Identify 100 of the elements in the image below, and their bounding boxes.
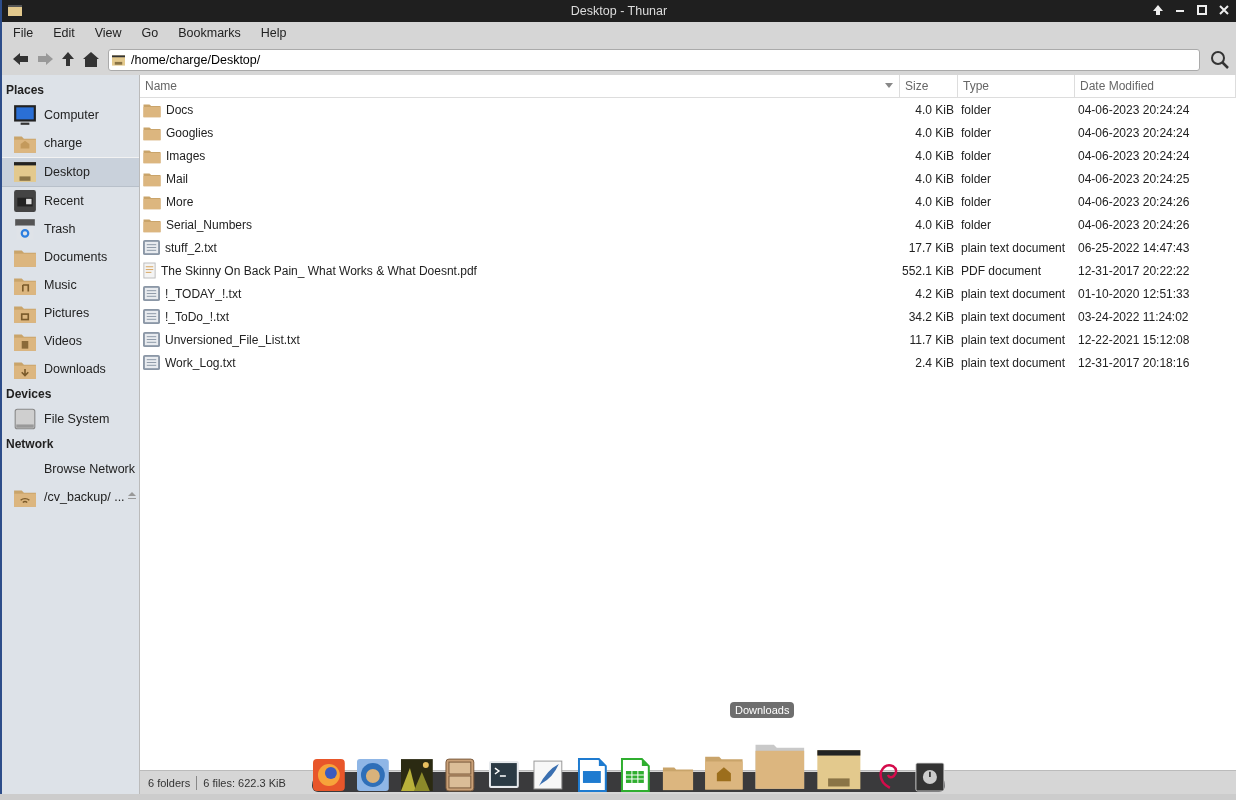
image-viewer-icon[interactable] — [399, 758, 434, 792]
maximize-icon[interactable] — [1196, 3, 1208, 17]
browser-icon[interactable] — [312, 758, 346, 792]
folder-icon — [142, 193, 162, 210]
menu-item[interactable]: Bookmarks — [177, 26, 242, 40]
quill-document-icon[interactable] — [530, 758, 565, 792]
document-icon — [142, 308, 161, 325]
sidebar-item[interactable]: /cv_backup/ ... — [2, 483, 139, 511]
date-cell-text: 04-06-2023 20:24:26 — [1077, 217, 1191, 232]
column-header[interactable]: Name — [140, 75, 900, 97]
file-name: More — [166, 194, 194, 209]
location-field[interactable]: /home/charge/Desktop/ — [108, 48, 1200, 71]
document-icon — [142, 354, 161, 371]
sidebar-item[interactable]: Recent — [2, 187, 139, 215]
size-cell-text: 552.1 KiB — [900, 263, 955, 278]
sidebar-item[interactable]: Videos — [2, 327, 139, 355]
date-cell-text: 04-06-2023 20:24:24 — [1077, 125, 1191, 140]
file-row[interactable]: Googlies 4.0 KiB folder 04-06-2023 20:24:24 — [140, 121, 1236, 144]
size-cell-text: 34.2 KiB — [907, 309, 955, 324]
sidebar-item[interactable]: Trash — [2, 215, 139, 243]
size-cell-text: 4.0 KiB — [914, 171, 955, 186]
file-row[interactable]: Unversioned_File_List.txt 11.7 KiB plain text document 12-22-2021 15:12:08 — [140, 328, 1236, 351]
file-name: Mail — [166, 171, 188, 186]
type-cell-text: folder — [960, 217, 993, 232]
document-icon — [142, 239, 161, 256]
type-cell-text: PDF document — [960, 263, 1043, 278]
sidebar-heading: Network — [5, 436, 55, 453]
type-cell-text: plain text document — [960, 286, 1067, 301]
size-cell-text: 4.0 KiB — [914, 102, 955, 117]
date-cell-text: 12-31-2017 20:18:16 — [1077, 355, 1191, 370]
type-cell-text: plain text document — [960, 240, 1067, 255]
sidebar-item[interactable]: Downloads — [2, 355, 139, 383]
sidebar-item[interactable]: Browse Network — [2, 455, 139, 483]
window-title: Desktop - Thunar — [570, 4, 668, 18]
type-cell-text: plain text document — [960, 332, 1067, 347]
sidebar-item[interactable]: File System — [2, 405, 139, 433]
menu-item[interactable]: File — [12, 26, 35, 40]
sidebar-heading: Devices — [5, 386, 53, 403]
folder-icon — [142, 216, 162, 233]
power-icon[interactable] — [915, 762, 945, 792]
menu-item[interactable]: Go — [140, 26, 160, 40]
file-row[interactable]: Mail 4.0 KiB folder 04-06-2023 20:24:25 — [140, 167, 1236, 190]
sidebar-item[interactable]: Pictures — [2, 299, 139, 327]
file-row[interactable]: Docs 4.0 KiB folder 04-06-2023 20:24:24 — [140, 98, 1236, 121]
column-header[interactable]: Size — [900, 75, 958, 97]
close-icon[interactable] — [1218, 3, 1230, 17]
file-row[interactable]: Work_Log.txt 2.4 KiB plain text document 12-31-2017 20:18:16 — [140, 351, 1236, 374]
search-icon[interactable] — [1210, 49, 1230, 70]
folder-icon — [142, 124, 162, 141]
size-cell-text: 4.0 KiB — [914, 148, 955, 163]
sidebar-item[interactable]: Music — [2, 271, 139, 299]
arrow-up-icon[interactable] — [1152, 3, 1164, 17]
status-text: 6 files: 622.3 KiB — [203, 776, 286, 789]
sidebar-item[interactable]: Desktop — [2, 157, 139, 187]
file-name: The Skinny On Back Pain_ What Works & What Doesnt.pdf — [161, 263, 477, 278]
menu-item[interactable]: Edit — [52, 26, 76, 40]
spreadsheet-icon[interactable] — [618, 758, 653, 792]
file-row[interactable]: More 4.0 KiB folder 04-06-2023 20:24:26 — [140, 190, 1236, 213]
place-icon — [13, 407, 37, 431]
folder-icon — [142, 170, 162, 187]
date-cell-text: 04-06-2023 20:24:24 — [1077, 102, 1191, 117]
file-row[interactable]: Serial_Numbers 4.0 KiB folder 04-06-2023 20:24:26 — [140, 213, 1236, 236]
date-cell-text: 04-06-2023 20:24:24 — [1077, 148, 1191, 163]
date-cell-text: 04-06-2023 20:24:26 — [1077, 194, 1191, 209]
file-name: Docs — [166, 102, 194, 117]
size-cell-text: 4.2 KiB — [914, 286, 955, 301]
type-cell-text: folder — [960, 102, 993, 117]
sort-arrow-icon[interactable] — [885, 83, 893, 88]
file-name: !_TODAY_!.txt — [165, 286, 242, 301]
desktop-icon — [112, 54, 125, 66]
menu-item[interactable]: View — [93, 26, 123, 40]
date-cell-text: 12-22-2021 15:12:08 — [1077, 332, 1191, 347]
home-icon[interactable] — [82, 51, 100, 68]
date-cell-text: 03-24-2022 11:24:02 — [1077, 309, 1190, 324]
file-name: stuff_2.txt — [165, 240, 217, 255]
column-header[interactable]: Type — [958, 75, 1075, 97]
file-row[interactable]: !_TODAY_!.txt 4.2 KiB plain text document 01-10-2020 12:51:33 — [140, 282, 1236, 305]
size-cell-text: 2.4 KiB — [914, 355, 955, 370]
file-row[interactable]: Images 4.0 KiB folder 04-06-2023 20:24:24 — [140, 144, 1236, 167]
size-cell-text: 17.7 KiB — [907, 240, 955, 255]
file-name: Unversioned_File_List.txt — [165, 332, 300, 347]
file-row[interactable]: stuff_2.txt 17.7 KiB plain text document 06-25-2022 14:47:43 — [140, 236, 1236, 259]
mail-icon[interactable] — [355, 758, 390, 792]
document-icon — [142, 331, 161, 348]
column-header[interactable]: Date Modified — [1075, 75, 1236, 97]
date-cell-text: 04-06-2023 20:24:25 — [1077, 171, 1191, 186]
sidebar-item[interactable]: Documents — [2, 243, 139, 271]
sidebar-item[interactable]: Computer — [2, 101, 139, 129]
file-name: Googlies — [166, 125, 214, 140]
back-icon[interactable] — [12, 51, 30, 67]
tooltip: Downloads — [730, 702, 795, 718]
arrow-up-icon[interactable] — [60, 51, 76, 67]
file-name: !_ToDo_!.txt — [165, 309, 230, 324]
file-row[interactable]: The Skinny On Back Pain_ What Works & What Doesnt.pdf 552.1 KiB PDF document 12-31-2017 20:22:22 — [140, 259, 1236, 282]
menu-item[interactable]: Help — [259, 26, 288, 40]
type-cell-text: plain text document — [960, 355, 1067, 370]
file-row[interactable]: !_ToDo_!.txt 34.2 KiB plain text document 03-24-2022 11:24:02 — [140, 305, 1236, 328]
type-cell-text: folder — [960, 171, 993, 186]
file-name: Work_Log.txt — [165, 355, 236, 370]
sidebar-item[interactable]: charge — [2, 129, 139, 157]
